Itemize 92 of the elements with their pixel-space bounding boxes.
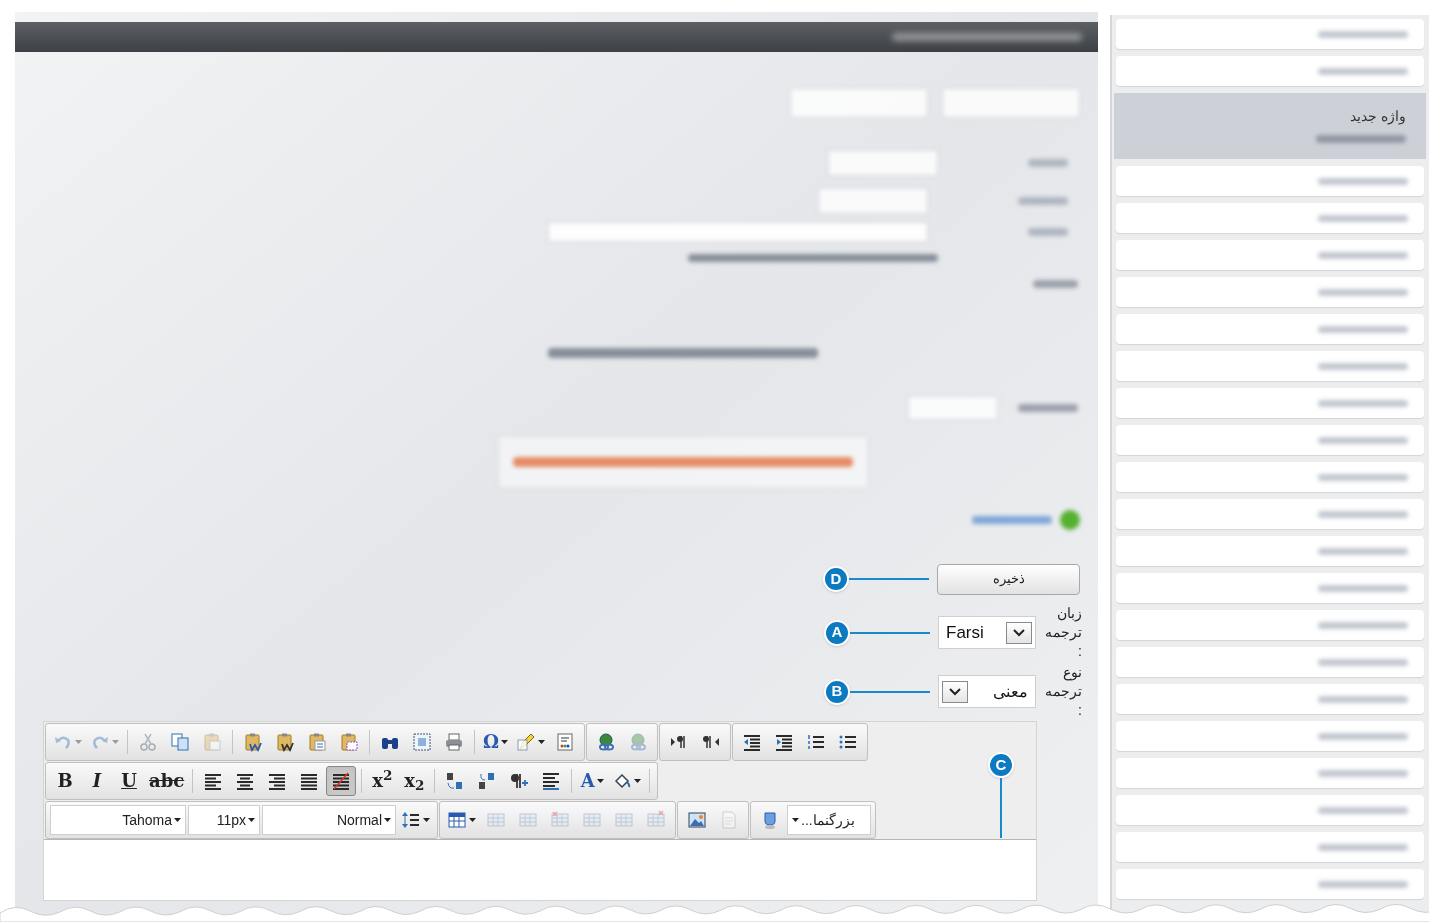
dropdown-select[interactable]: Tahoma [50, 805, 186, 835]
indent-icon [774, 732, 795, 752]
blurred-label [1018, 197, 1068, 205]
clipboard-icon [339, 732, 359, 752]
sidebar-item[interactable] [1116, 462, 1424, 492]
sidebar-item[interactable] [1116, 499, 1424, 529]
sidebar-item-label: واژه جدید [1350, 109, 1406, 123]
format-button[interactable]: x$^{2}$ [367, 766, 398, 796]
block-lines-icon [541, 771, 562, 791]
document-icon [719, 810, 739, 830]
sidebar-item[interactable] [1116, 647, 1424, 677]
sidebar-item[interactable] [1116, 277, 1424, 307]
dropdown-select[interactable]: معنی [938, 675, 1036, 708]
dropdown-select[interactable]: بزرگنما... [787, 805, 871, 835]
printer-icon [444, 732, 464, 752]
dropdown-select[interactable]: Normal [262, 805, 396, 835]
align-left-icon [203, 771, 224, 791]
copy-icon [170, 732, 190, 752]
select-value: Farsi [945, 621, 985, 644]
scissors-icon [138, 732, 158, 752]
callout-marker: C [988, 752, 1014, 778]
sidebar-item[interactable] [1116, 56, 1424, 86]
clear-formatting-button[interactable] [326, 766, 357, 796]
sidebar-item[interactable] [1116, 721, 1424, 751]
sidebar-item[interactable] [1116, 166, 1424, 196]
format-button[interactable]: abc [146, 766, 188, 796]
clipboard-icon [307, 732, 327, 752]
sidebar-item[interactable] [1116, 758, 1424, 788]
clipboard-icon [202, 732, 222, 752]
format-button[interactable]: B [50, 766, 80, 796]
blurred-label [1033, 280, 1078, 288]
sidebar-item[interactable]: واژه جدید [1114, 93, 1426, 159]
select-value: معنی [992, 681, 1029, 702]
sidebar-item[interactable] [1116, 314, 1424, 344]
sidebar-item[interactable] [1116, 832, 1424, 862]
outdent-icon [742, 732, 763, 752]
sidebar-item[interactable] [1116, 684, 1424, 714]
style-sheet-icon [555, 732, 576, 752]
blurred-label [1028, 228, 1068, 236]
sidebar-item[interactable] [1116, 388, 1424, 418]
sidebar-item[interactable] [1116, 425, 1424, 455]
sidebar-item[interactable] [1116, 869, 1424, 899]
callout-marker: B [824, 678, 850, 705]
table-column-icon [614, 810, 634, 830]
globe-link-icon [628, 732, 649, 752]
caret-icon [792, 818, 799, 822]
sidebar-item[interactable] [1116, 573, 1424, 603]
paint-bucket-icon [612, 771, 633, 791]
caret-icon [384, 818, 391, 822]
globe-link-icon [596, 732, 617, 752]
table-row-icon [550, 810, 570, 830]
sidebar-item[interactable] [1116, 351, 1424, 381]
callout-marker: A [824, 619, 850, 646]
field-label: نوع ترجمه : [1044, 663, 1082, 720]
sidebar-item[interactable] [1116, 536, 1424, 566]
callout-marker: D [823, 566, 849, 592]
clipboard-icon [243, 732, 263, 752]
field-label: زبان ترجمه : [1044, 604, 1082, 661]
select-all-icon [412, 732, 432, 752]
align-center-icon [235, 771, 256, 791]
leader-line [1000, 778, 1002, 838]
save-button[interactable]: ذخیره [937, 563, 1080, 595]
pilcrow-plus-icon [509, 771, 530, 791]
format-button[interactable]: A [577, 766, 608, 796]
format-button[interactable]: U [114, 766, 144, 796]
image-icon [687, 810, 707, 830]
table-column-icon [646, 810, 666, 830]
table-column-icon [582, 810, 602, 830]
sidebar-item[interactable] [1116, 19, 1424, 49]
line-spacing-icon [401, 810, 421, 830]
clipboard-icon [275, 732, 295, 752]
table-row-icon [486, 810, 506, 830]
format-button[interactable]: Ω [480, 727, 512, 757]
align-right-icon [267, 771, 288, 791]
table-row-icon [518, 810, 538, 830]
dropdown-select[interactable]: Farsi [938, 616, 1036, 649]
dropdown-select[interactable]: 11px [188, 805, 260, 835]
blurred-label [1028, 159, 1068, 167]
justify-icon [299, 771, 320, 791]
table-icon [447, 810, 467, 830]
clear-formatting-icon [331, 771, 352, 791]
format-button[interactable]: x$_{2}$ [399, 766, 430, 796]
format-button[interactable]: I [82, 766, 112, 796]
numbered-list-icon [806, 732, 827, 752]
sidebar-item[interactable] [1116, 610, 1424, 640]
sidebar-item[interactable] [1116, 240, 1424, 270]
sidebar-item[interactable] [1116, 795, 1424, 825]
sidebar-item[interactable] [1116, 203, 1424, 233]
caret-icon [248, 818, 255, 822]
caret-icon [174, 818, 181, 822]
highlighter-icon [516, 732, 537, 752]
blurred-label [1018, 404, 1078, 412]
